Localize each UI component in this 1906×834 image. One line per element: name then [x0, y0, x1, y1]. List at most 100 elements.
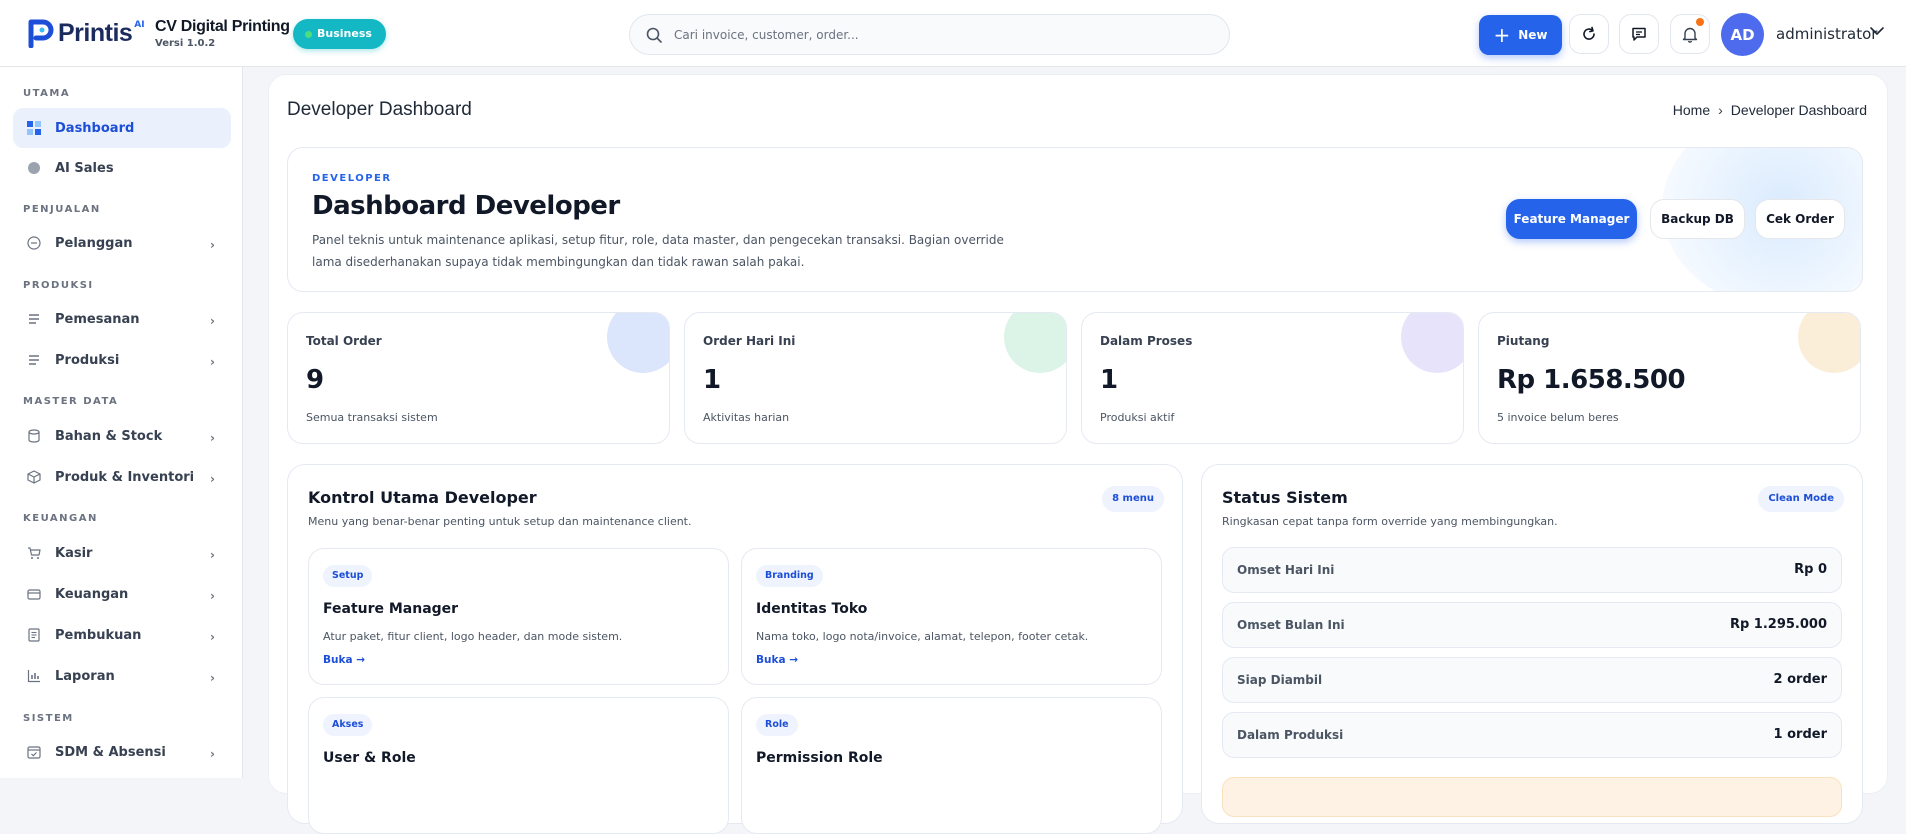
stat-card-order-hari-ini: Order Hari Ini 1 Aktivitas harian	[684, 312, 1067, 444]
sidebar-item-label: SDM & Absensi	[55, 744, 166, 760]
global-search[interactable]	[629, 14, 1230, 55]
sidebar-item-produk-inventori[interactable]: Produk & Inventori ›	[13, 457, 231, 497]
sidebar-item-pelanggan[interactable]: Pelanggan ›	[13, 223, 231, 263]
refresh-icon	[1583, 26, 1595, 40]
status-value: 2 order	[1773, 672, 1827, 687]
menu-card-open-link[interactable]: Buka →	[756, 654, 798, 666]
stat-card-piutang: Piutang Rp 1.658.500 5 invoice belum ber…	[1478, 312, 1861, 444]
notifications-button[interactable]	[1670, 14, 1710, 54]
status-row-omset-hari-ini: Omset Hari Ini Rp 0	[1222, 547, 1842, 593]
stat-decoration	[1004, 313, 1066, 373]
chevron-down-icon[interactable]	[1870, 26, 1884, 36]
sidebar-item-pembukuan[interactable]: Pembukuan ›	[13, 615, 231, 655]
new-button[interactable]: + New	[1479, 15, 1562, 55]
chevron-right-icon: ›	[210, 630, 215, 644]
breadcrumb-current: Developer Dashboard	[1730, 102, 1867, 118]
bar-chart-icon	[27, 670, 40, 683]
status-sistem-panel: Status Sistem Ringkasan cepat tanpa form…	[1201, 464, 1863, 824]
panel-title: Kontrol Utama Developer	[308, 488, 537, 507]
status-warning-banner	[1222, 777, 1842, 817]
menu-card-identitas-toko[interactable]: Branding Identitas Toko Nama toko, logo …	[741, 548, 1162, 685]
production-list-icon	[29, 355, 39, 365]
sidebar-item-label: Bahan & Stock	[55, 428, 163, 444]
sidebar-item-ai-sales[interactable]: AI Sales	[13, 148, 231, 188]
menu-card-title: Identitas Toko	[756, 601, 868, 617]
cek-order-button[interactable]: Cek Order	[1755, 199, 1845, 239]
stat-card-dalam-proses: Dalam Proses 1 Produksi aktif	[1081, 312, 1464, 444]
message-icon	[1632, 27, 1646, 41]
stat-decoration	[1401, 313, 1463, 373]
sidebar-item-label: Pelanggan	[55, 235, 133, 251]
breadcrumb-home[interactable]: Home	[1673, 102, 1710, 118]
menu-card-tag: Akses	[323, 714, 373, 736]
customer-icon	[27, 236, 41, 250]
sidebar-item-label: Kasir	[55, 545, 93, 561]
sidebar-item-sdm-absensi[interactable]: SDM & Absensi ›	[13, 732, 231, 772]
plus-icon: +	[1493, 23, 1511, 47]
status-label: Omset Bulan Ini	[1237, 618, 1345, 632]
stat-label: Dalam Proses	[1100, 334, 1193, 348]
messages-button[interactable]	[1619, 14, 1659, 54]
menu-card-title: Feature Manager	[323, 601, 459, 617]
menu-card-user-role[interactable]: Akses User & Role	[308, 697, 729, 834]
company-name: CV Digital Printing	[155, 18, 290, 35]
brand-logo[interactable]: Printis AI	[26, 18, 145, 48]
chevron-right-icon: ›	[210, 314, 215, 328]
chevron-right-icon: ›	[210, 747, 215, 761]
sidebar-item-keuangan[interactable]: Keuangan ›	[13, 574, 231, 614]
stat-label: Order Hari Ini	[703, 334, 796, 348]
sidebar-item-label: Pemesanan	[55, 311, 140, 327]
chevron-right-icon: ›	[210, 548, 215, 562]
stat-value: 9	[306, 365, 324, 395]
menu-card-title: User & Role	[323, 750, 416, 766]
hero-eyebrow: DEVELOPER	[312, 173, 392, 184]
brand-name: Printis	[58, 18, 133, 47]
chevron-right-icon: ›	[210, 671, 215, 685]
page-title: Developer Dashboard	[287, 99, 472, 120]
sidebar-item-kasir[interactable]: Kasir ›	[13, 533, 231, 573]
menu-card-feature-manager[interactable]: Setup Feature Manager Atur paket, fitur …	[308, 548, 729, 685]
stat-decoration	[1798, 313, 1860, 373]
sidebar-item-label: Produksi	[55, 352, 120, 368]
search-input[interactable]	[674, 15, 1214, 54]
sidebar-item-pemesanan[interactable]: Pemesanan ›	[13, 299, 231, 339]
sidebar-item-laporan[interactable]: Laporan ›	[13, 656, 231, 696]
sidebar-item-label: Pembukuan	[55, 627, 142, 643]
notification-dot	[1696, 18, 1704, 26]
feature-manager-button[interactable]: Feature Manager	[1506, 199, 1637, 239]
company-info: CV Digital Printing Versi 1.0.2	[155, 18, 290, 49]
printis-logo-icon	[28, 19, 54, 48]
stat-caption: Semua transaksi sistem	[306, 411, 438, 424]
chevron-right-icon: ›	[210, 431, 215, 445]
stat-value: Rp 1.658.500	[1497, 365, 1686, 395]
refresh-button[interactable]	[1569, 14, 1609, 54]
avatar[interactable]: AD	[1721, 13, 1764, 56]
database-icon	[28, 429, 40, 443]
sidebar-item-label: AI Sales	[55, 160, 114, 176]
status-row-siap-diambil: Siap Diambil 2 order	[1222, 657, 1842, 703]
menu-count-badge: 8 menu	[1102, 486, 1164, 512]
stat-value: 1	[703, 365, 721, 395]
chevron-right-icon: ›	[210, 238, 215, 252]
stat-label: Piutang	[1497, 334, 1550, 348]
username[interactable]: administrator	[1776, 25, 1877, 43]
stat-caption: Aktivitas harian	[703, 411, 790, 424]
sidebar-item-label: Produk & Inventori	[55, 469, 195, 485]
panel-subtitle: Menu yang benar-benar penting untuk setu…	[308, 515, 692, 528]
menu-card-open-link[interactable]: Buka →	[323, 654, 365, 666]
sidebar-item-dashboard[interactable]: Dashboard	[13, 108, 231, 148]
sidebar-item-label: Laporan	[55, 668, 115, 684]
sidebar-section-sistem: SISTEM	[23, 713, 74, 724]
sidebar-item-label: Dashboard	[55, 120, 135, 136]
clean-mode-badge: Clean Mode	[1758, 486, 1844, 512]
menu-card-permission-role[interactable]: Role Permission Role	[741, 697, 1162, 834]
status-value: Rp 0	[1794, 562, 1827, 577]
sidebar-section-keuangan: KEUANGAN	[23, 513, 98, 524]
stat-decoration	[607, 313, 669, 373]
sidebar-item-bahan-stock[interactable]: Bahan & Stock ›	[13, 416, 231, 456]
developer-hero-card: DEVELOPER Dashboard Developer Panel tekn…	[287, 147, 1863, 292]
backup-db-button[interactable]: Backup DB	[1650, 199, 1745, 239]
stat-caption: 5 invoice belum beres	[1497, 411, 1619, 424]
sidebar-item-produksi[interactable]: Produksi ›	[13, 340, 231, 380]
hero-description: Panel teknis untuk maintenance aplikasi,…	[312, 233, 1004, 269]
